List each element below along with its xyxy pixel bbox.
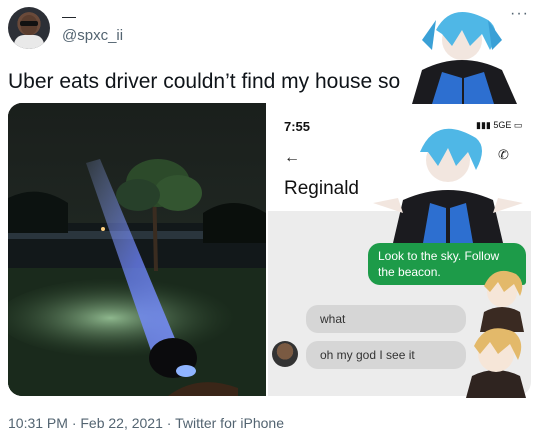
contact-name: Reginald xyxy=(284,178,359,199)
back-arrow-icon[interactable]: ← xyxy=(284,149,300,167)
tweet-text: Uber eats driver couldn’t find my house … xyxy=(8,70,401,93)
avatar-sunglasses xyxy=(20,21,38,26)
received-message-bubble: oh my god I see it xyxy=(306,341,466,369)
tweet-timestamp[interactable]: 10:31 PM · Feb 22, 2021 · Twitter for iP… xyxy=(8,415,284,431)
anime-character-overlay-middle xyxy=(373,128,523,243)
tweet-photo-flashlight[interactable] xyxy=(8,103,266,396)
anime-character-overlay-top xyxy=(412,12,517,104)
display-name[interactable]: — xyxy=(62,8,76,24)
profile-avatar[interactable] xyxy=(8,7,50,49)
flashlight-photo-scene xyxy=(8,103,266,396)
user-handle[interactable]: @spxc_ii xyxy=(62,27,123,44)
contact-avatar xyxy=(272,341,298,367)
received-message-bubble: what xyxy=(306,305,466,333)
avatar-shirt xyxy=(14,35,44,49)
status-bar-time: 7:55 xyxy=(284,119,311,134)
anime-character-overlay-bottom xyxy=(466,328,526,398)
